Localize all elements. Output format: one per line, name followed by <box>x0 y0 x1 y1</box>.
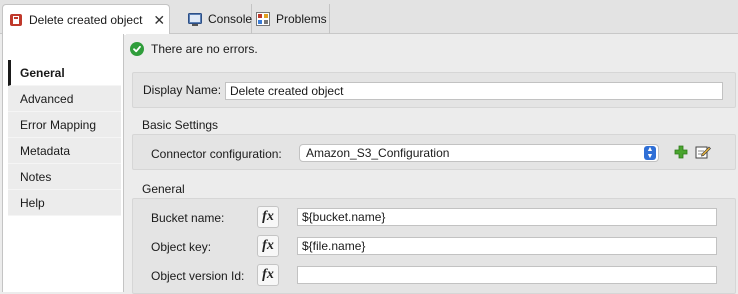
fx-toggle-bucket-name[interactable]: fx <box>257 206 279 228</box>
general-panel: Bucket name: fx ${bucket.name} Object ke… <box>132 198 736 294</box>
connector-config-select[interactable]: Amazon_S3_Configuration ▲ ▼ <box>299 144 659 162</box>
tab-console[interactable]: Console <box>182 4 252 34</box>
problems-icon <box>256 12 270 26</box>
object-version-id-label: Object version Id: <box>151 269 245 283</box>
fx-toggle-object-version-id[interactable]: fx <box>257 264 279 286</box>
nav-item-notes[interactable]: Notes <box>8 164 121 190</box>
nav-item-metadata[interactable]: Metadata <box>8 138 121 164</box>
general-section-title: General <box>142 182 185 196</box>
display-name-input[interactable]: Delete created object <box>225 82 723 100</box>
object-key-input[interactable]: ${file.name} <box>297 237 717 255</box>
basic-settings-panel: Connector configuration: Amazon_S3_Confi… <box>132 134 736 170</box>
fx-toggle-object-key[interactable]: fx <box>257 235 279 257</box>
bucket-name-label: Bucket name: <box>151 211 225 225</box>
editor-tab-bar: Delete created object ✕ Console Problems <box>0 0 738 35</box>
close-icon[interactable]: ✕ <box>153 13 165 27</box>
connector-config-value: Amazon_S3_Configuration <box>306 146 450 160</box>
nav-item-help[interactable]: Help <box>8 190 121 216</box>
add-config-plus-icon[interactable] <box>673 144 689 160</box>
edit-config-icon[interactable] <box>695 144 711 160</box>
nav-item-general[interactable]: General <box>8 60 121 86</box>
tab-problems[interactable]: Problems <box>254 4 330 34</box>
success-check-icon <box>130 42 144 56</box>
tab-delete-created-object[interactable]: Delete created object ✕ <box>2 4 170 35</box>
display-name-label: Display Name: <box>143 83 222 97</box>
nav-item-advanced[interactable]: Advanced <box>8 86 121 112</box>
nav-item-error-mapping[interactable]: Error Mapping <box>8 112 121 138</box>
object-key-label: Object key: <box>151 240 212 254</box>
validation-status: There are no errors. <box>130 42 258 56</box>
basic-settings-title: Basic Settings <box>142 118 219 132</box>
display-name-panel: Display Name: Delete created object <box>132 72 736 108</box>
connector-config-label: Connector configuration: <box>151 147 282 161</box>
mule-component-icon <box>9 13 23 27</box>
status-text: There are no errors. <box>151 42 258 56</box>
tab-label: Console <box>208 12 253 26</box>
tab-label: Problems <box>276 12 327 26</box>
chevron-updown-icon: ▲ ▼ <box>644 146 656 160</box>
properties-nav: General Advanced Error Mapping Metadata … <box>8 60 121 216</box>
console-icon <box>188 12 202 26</box>
bucket-name-input[interactable]: ${bucket.name} <box>297 208 717 226</box>
object-version-id-input[interactable] <box>297 266 717 284</box>
tab-label: Delete created object <box>29 13 143 27</box>
properties-content: There are no errors. Display Name: Delet… <box>126 34 738 294</box>
